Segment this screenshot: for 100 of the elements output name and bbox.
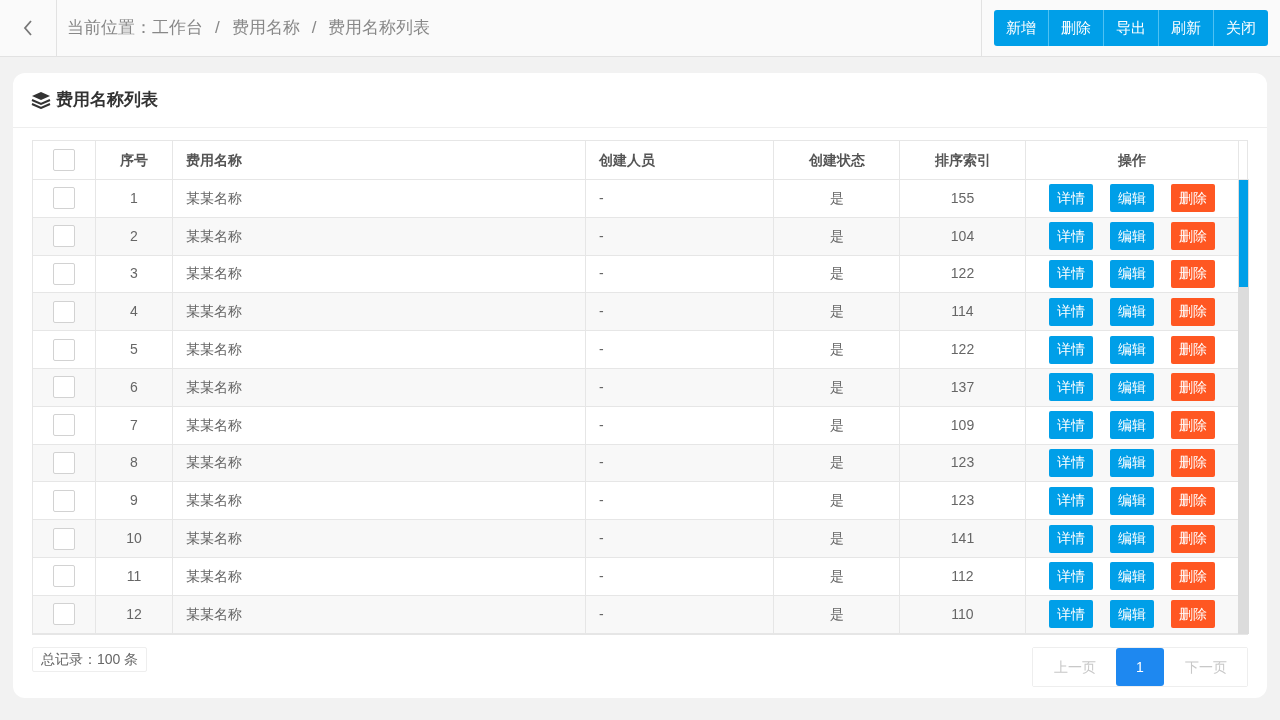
- toolbar-button[interactable]: 删除: [1048, 10, 1103, 46]
- row-action-button[interactable]: 编辑: [1110, 524, 1154, 553]
- column-header: 操作: [1118, 150, 1146, 170]
- row-action-button[interactable]: 删除: [1171, 486, 1215, 515]
- checkbox[interactable]: [53, 603, 75, 626]
- table-cell-text: -: [599, 226, 604, 246]
- row-action-button[interactable]: 编辑: [1110, 297, 1154, 326]
- row-action-button[interactable]: 编辑: [1110, 486, 1154, 515]
- table-cell-text: 某某名称: [186, 415, 242, 435]
- checkbox[interactable]: [53, 451, 75, 474]
- total-records: 总记录：100 条: [32, 647, 148, 672]
- table-cell-text: 某某名称: [186, 566, 242, 586]
- row-action-button[interactable]: 详情: [1049, 373, 1093, 402]
- row-action-button[interactable]: 删除: [1171, 335, 1215, 364]
- table-cell-text: -: [599, 453, 604, 473]
- row-action-button[interactable]: 删除: [1171, 524, 1215, 553]
- breadcrumb-link[interactable]: 工作台: [152, 15, 203, 41]
- table-cell-text: 109: [950, 415, 975, 435]
- table-cell-text: 1: [130, 188, 138, 208]
- table-cell-text: 某某名称: [186, 604, 242, 624]
- table-cell-text: -: [599, 566, 604, 586]
- layers-icon: [31, 91, 51, 109]
- table-cell-text: 是: [829, 415, 844, 435]
- breadcrumb-link[interactable]: 费用名称: [231, 15, 300, 41]
- table-cell-text: 是: [829, 340, 844, 360]
- row-action-button[interactable]: 详情: [1049, 562, 1093, 591]
- table-cell-text: 122: [950, 340, 975, 360]
- row-action-button[interactable]: 编辑: [1110, 600, 1154, 629]
- checkbox[interactable]: [53, 376, 75, 399]
- scrollbar[interactable]: [1238, 180, 1249, 634]
- row-action-button[interactable]: 编辑: [1110, 373, 1154, 402]
- row-action-button[interactable]: 编辑: [1110, 562, 1154, 591]
- checkbox[interactable]: [53, 338, 75, 361]
- checkbox[interactable]: [53, 263, 75, 285]
- checkbox[interactable]: [53, 527, 75, 550]
- row-action-button[interactable]: 详情: [1049, 524, 1093, 553]
- row-action-button[interactable]: 编辑: [1110, 335, 1154, 364]
- row-action-button[interactable]: 详情: [1049, 184, 1093, 213]
- row-action-button[interactable]: 删除: [1171, 260, 1215, 288]
- table-cell-text: 137: [950, 377, 975, 397]
- row-action-button[interactable]: 详情: [1049, 222, 1093, 251]
- table-cell-text: 104: [950, 226, 975, 246]
- row-action-button[interactable]: 编辑: [1110, 448, 1154, 477]
- column-header: 创建人员: [599, 150, 655, 170]
- toolbar-button[interactable]: 关闭: [1213, 10, 1268, 46]
- row-action-button[interactable]: 编辑: [1110, 411, 1154, 440]
- row-action-button[interactable]: 详情: [1049, 486, 1093, 515]
- row-action-button[interactable]: 详情: [1049, 448, 1093, 477]
- row-action-button[interactable]: 编辑: [1110, 184, 1154, 213]
- checkbox[interactable]: [53, 565, 75, 588]
- page-button[interactable]: 1: [1116, 648, 1164, 686]
- table-cell-text: 某某名称: [186, 188, 242, 208]
- row-action-button[interactable]: 删除: [1171, 411, 1215, 440]
- row-action-button[interactable]: 删除: [1171, 184, 1215, 213]
- row-action-button[interactable]: 删除: [1171, 600, 1215, 629]
- row-action-button[interactable]: 删除: [1171, 373, 1215, 402]
- checkbox[interactable]: [53, 300, 75, 323]
- table-cell-text: -: [599, 415, 604, 435]
- row-action-button[interactable]: 详情: [1049, 411, 1093, 440]
- table-cell-text: 3: [130, 264, 138, 284]
- row-action-button[interactable]: 删除: [1171, 297, 1215, 326]
- row-action-button[interactable]: 详情: [1049, 335, 1093, 364]
- table-cell-text: -: [599, 302, 604, 322]
- table-cell-text: -: [599, 264, 604, 284]
- table-cell-text: 123: [950, 491, 975, 511]
- table-cell-text: 某某名称: [186, 264, 242, 284]
- table-cell-text: 是: [829, 226, 844, 246]
- toolbar-button[interactable]: 新增: [994, 10, 1048, 46]
- table-cell-text: 8: [130, 453, 138, 473]
- checkbox[interactable]: [53, 149, 75, 171]
- row-action-button[interactable]: 编辑: [1110, 260, 1154, 288]
- table-cell-text: 6: [130, 377, 138, 397]
- row-action-button[interactable]: 详情: [1049, 260, 1093, 288]
- row-action-button[interactable]: 编辑: [1110, 222, 1154, 251]
- checkbox[interactable]: [53, 225, 75, 248]
- toolbar-button[interactable]: 导出: [1103, 10, 1158, 46]
- checkbox[interactable]: [53, 187, 75, 210]
- table-cell-text: -: [599, 529, 604, 549]
- table-cell-text: 11: [126, 566, 142, 586]
- table-cell-text: 是: [829, 529, 844, 549]
- row-action-button[interactable]: 详情: [1049, 297, 1093, 326]
- checkbox[interactable]: [53, 414, 75, 437]
- breadcrumb-separator: /: [215, 17, 220, 40]
- row-action-button[interactable]: 删除: [1171, 222, 1215, 251]
- table-cell-text: 是: [829, 604, 844, 624]
- chevron-left-icon: [23, 20, 33, 36]
- breadcrumb-label: 当前位置：: [67, 17, 152, 40]
- checkbox[interactable]: [53, 489, 75, 512]
- table-cell-text: 某某名称: [186, 377, 242, 397]
- table-cell-text: 141: [950, 529, 975, 549]
- row-action-button[interactable]: 详情: [1049, 600, 1093, 629]
- table-cell-text: 是: [829, 491, 844, 511]
- table-cell-text: 某某名称: [186, 529, 242, 549]
- toolbar-button[interactable]: 刷新: [1158, 10, 1213, 46]
- row-action-button[interactable]: 删除: [1171, 562, 1215, 591]
- table-cell-text: 是: [829, 188, 844, 208]
- breadcrumb-link[interactable]: 费用名称列表: [328, 15, 431, 41]
- table-cell-text: 是: [829, 302, 844, 322]
- table-cell-text: 是: [829, 566, 844, 586]
- row-action-button[interactable]: 删除: [1171, 448, 1215, 477]
